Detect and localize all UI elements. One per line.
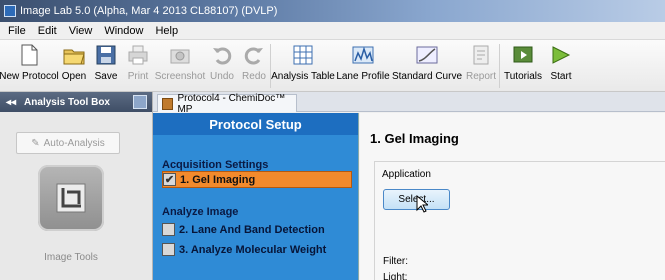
analysis-tool-box-title: Analysis Tool Box	[24, 96, 110, 108]
new-document-icon	[21, 44, 38, 66]
print-label: Print	[127, 71, 149, 82]
undo-icon	[213, 47, 232, 65]
magic-wand-icon: ✎	[31, 137, 40, 149]
app-icon	[4, 5, 16, 17]
standard-curve-button[interactable]: Standard Curve	[391, 40, 463, 92]
menu-view[interactable]: View	[63, 25, 99, 37]
image-tools-button[interactable]	[38, 165, 104, 231]
printer-icon	[128, 45, 148, 65]
save-button[interactable]: Save	[90, 40, 122, 92]
new-protocol-button[interactable]: New Protocol	[0, 40, 59, 92]
light-label: Light:	[383, 272, 408, 280]
menu-window[interactable]: Window	[98, 25, 149, 37]
report-button[interactable]: Report	[463, 40, 499, 92]
step-lane-band-label: 2. Lane And Band Detection	[179, 223, 325, 236]
title-bar: Image Lab 5.0 (Alpha, Mar 4 2013 CL88107…	[0, 0, 665, 22]
standard-curve-label: Standard Curve	[391, 71, 463, 82]
step-lane-band-checkbox[interactable]	[162, 223, 175, 236]
gel-imaging-detail-pane: 1. Gel Imaging Application Select... Fil…	[360, 113, 665, 280]
auto-analysis-label: Auto-Analysis	[43, 137, 105, 149]
protocol-document-tab[interactable]: Protocol4 - ChemiDoc™ MP	[157, 92, 297, 115]
undo-button[interactable]: Undo	[206, 40, 238, 92]
step-molecular-weight[interactable]: 3. Analyze Molecular Weight	[162, 241, 358, 258]
analyze-image-heading: Analyze Image	[162, 206, 239, 218]
open-folder-icon	[63, 49, 85, 65]
crop-icon	[56, 183, 86, 213]
protocol-tab-label: Protocol4 - ChemiDoc™ MP	[177, 92, 286, 115]
protocol-file-icon	[162, 97, 174, 110]
toolbar: New Protocol Open Save Print Screenshot …	[0, 40, 665, 92]
tutorials-button[interactable]: Tutorials	[500, 40, 546, 92]
protocol-setup-panel: Protocol Setup Acquisition Settings ✔ 1.…	[153, 113, 359, 280]
save-label: Save	[94, 71, 118, 82]
table-icon	[293, 45, 313, 65]
step-molecular-weight-checkbox[interactable]	[162, 243, 175, 256]
mouse-cursor-icon	[416, 195, 428, 213]
auto-analysis-button[interactable]: ✎ Auto-Analysis	[16, 132, 120, 154]
tutorials-icon	[513, 46, 533, 63]
menu-help[interactable]: Help	[149, 25, 184, 37]
collapse-chevron-icon[interactable]: ◂◂	[6, 97, 16, 108]
lane-profile-label: Lane Profile	[336, 71, 390, 82]
detail-heading: 1. Gel Imaging	[370, 131, 459, 146]
filter-label: Filter:	[383, 256, 408, 267]
camera-icon	[170, 49, 190, 64]
redo-button[interactable]: Redo	[238, 40, 270, 92]
analysis-table-button[interactable]: Analysis Table	[271, 40, 335, 92]
image-tools-label: Image Tools	[44, 252, 98, 263]
start-icon	[552, 46, 571, 64]
step-gel-imaging[interactable]: ✔ 1. Gel Imaging	[162, 171, 352, 188]
report-icon	[473, 45, 489, 65]
new-protocol-label: New Protocol	[0, 71, 59, 82]
menu-file[interactable]: File	[2, 25, 32, 37]
window-title: Image Lab 5.0 (Alpha, Mar 4 2013 CL88107…	[20, 5, 278, 17]
protocol-setup-title: Protocol Setup	[153, 113, 358, 135]
standard-curve-icon	[416, 46, 438, 64]
screenshot-label: Screenshot	[154, 71, 206, 82]
start-button[interactable]: Start	[546, 40, 576, 92]
redo-icon	[244, 47, 263, 65]
open-button[interactable]: Open	[58, 40, 90, 92]
step-molecular-weight-label: 3. Analyze Molecular Weight	[179, 243, 327, 256]
analysis-tool-box-header: ◂◂ Analysis Tool Box	[0, 92, 152, 112]
lane-profile-button[interactable]: Lane Profile	[335, 40, 391, 92]
screenshot-button[interactable]: Screenshot	[154, 40, 206, 92]
lane-profile-icon	[352, 46, 374, 64]
step-gel-imaging-label: 1. Gel Imaging	[180, 173, 256, 186]
acquisition-settings-heading: Acquisition Settings	[162, 159, 269, 171]
menu-edit[interactable]: Edit	[32, 25, 63, 37]
undo-label: Undo	[210, 71, 234, 82]
step-lane-band-detection[interactable]: 2. Lane And Band Detection	[162, 221, 358, 238]
step-gel-imaging-checkbox[interactable]: ✔	[163, 173, 176, 186]
analysis-table-label: Analysis Table	[271, 71, 335, 82]
redo-label: Redo	[242, 71, 266, 82]
tutorials-label: Tutorials	[504, 71, 542, 82]
print-button[interactable]: Print	[122, 40, 154, 92]
menu-bar: File Edit View Window Help	[0, 22, 665, 40]
report-label: Report	[465, 71, 496, 82]
start-label: Start	[550, 71, 572, 82]
document-tab-strip: Protocol4 - ChemiDoc™ MP	[153, 92, 665, 115]
panel-collapse-button[interactable]	[133, 95, 147, 109]
application-label: Application	[382, 169, 431, 180]
analysis-tool-box-panel: ◂◂ Analysis Tool Box ✎ Auto-Analysis Ima…	[0, 92, 153, 280]
save-icon	[96, 45, 116, 65]
open-label: Open	[61, 71, 87, 82]
